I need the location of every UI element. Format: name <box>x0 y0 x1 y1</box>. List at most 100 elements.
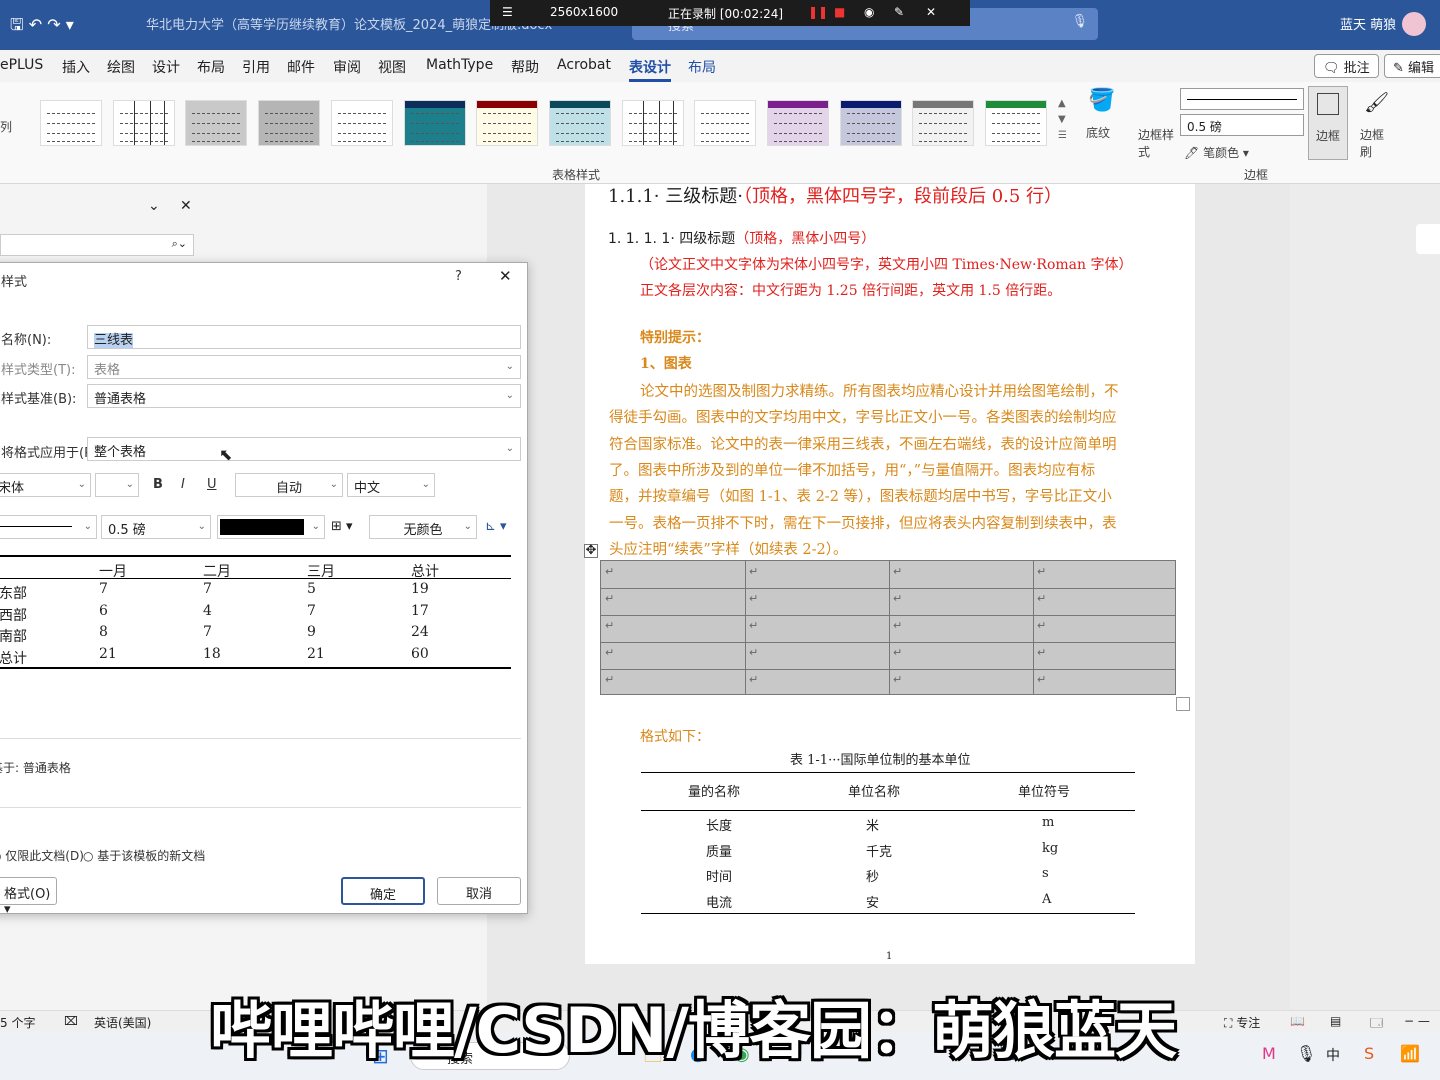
table-style-option[interactable] <box>548 100 611 146</box>
italic-button[interactable]: I <box>181 477 185 492</box>
tab-eplus[interactable]: ePLUS <box>0 57 43 73</box>
help-button[interactable]: ? <box>455 269 462 284</box>
user-name[interactable]: 蓝天 萌狼 <box>1340 14 1396 33</box>
based-on-select[interactable]: 普通表格 ⌄ <box>87 384 521 408</box>
close-icon[interactable]: ✕ <box>180 198 192 214</box>
chevron-down-icon[interactable]: ⌄ <box>148 198 160 214</box>
pen-color-button[interactable]: 🖊 笔颜色 ▾ <box>1184 144 1249 161</box>
underline-button[interactable]: U <box>207 477 217 492</box>
border-painter-icon[interactable]: 🖌 <box>1364 90 1389 114</box>
cancel-button[interactable]: 取消 <box>437 877 521 905</box>
tab-table-layout[interactable]: 布局 <box>688 57 716 77</box>
table-style-option[interactable] <box>476 100 539 146</box>
table-style-option[interactable] <box>258 100 321 146</box>
cell-alignment-icon[interactable]: ⊾ ▾ <box>485 519 507 534</box>
border-color-select[interactable]: ⌄ <box>217 515 325 539</box>
ime-indicator[interactable]: 中 <box>1326 1045 1340 1065</box>
table-cell-mark[interactable]: ↵ <box>605 565 614 578</box>
comments-button[interactable]: 🗨 批注 <box>1314 54 1379 78</box>
table-cell-mark[interactable]: ↵ <box>749 673 758 686</box>
close-icon[interactable]: ✕ <box>499 267 512 285</box>
read-mode-icon[interactable]: 📖 <box>1290 1014 1305 1028</box>
tab-draw[interactable]: 绘图 <box>107 57 135 77</box>
language-select[interactable]: 中文 ⌄ <box>347 473 435 497</box>
table-cell-mark[interactable]: ↵ <box>893 673 902 686</box>
gallery-scroll[interactable]: ▲ ▼ ☰ <box>1058 96 1067 144</box>
bold-button[interactable]: B <box>153 477 163 492</box>
selected-empty-table[interactable]: ↵ ↵ ↵ ↵ ↵ ↵ ↵ ↵ ↵ ↵ ↵ ↵ ↵ ↵ ↵ ↵ ↵ ↵ ↵ ↵ <box>600 560 1176 695</box>
table-style-option[interactable] <box>912 100 975 146</box>
editing-button[interactable]: ✎ 编辑 <box>1384 54 1440 78</box>
table-cell-mark[interactable]: ↵ <box>605 646 614 659</box>
shading-icon[interactable]: 🪣 <box>1088 88 1115 113</box>
border-painter-label[interactable]: 边框刷 <box>1360 126 1386 160</box>
table-style-option[interactable] <box>694 100 757 146</box>
table-style-option[interactable] <box>767 100 829 146</box>
stop-icon[interactable]: ■ <box>834 5 845 19</box>
table-resize-handle[interactable] <box>1176 697 1190 711</box>
avatar[interactable] <box>1402 12 1426 36</box>
tab-mailings[interactable]: 邮件 <box>287 57 315 77</box>
sogou-icon[interactable]: S <box>1364 1044 1374 1063</box>
proofing-icon[interactable]: ⌧ <box>64 1014 78 1028</box>
table-style-option[interactable] <box>330 100 393 146</box>
word-count[interactable]: 5 个字 <box>0 1014 35 1031</box>
tab-references[interactable]: 引用 <box>242 57 270 77</box>
format-button[interactable]: 格式(O) ▾ <box>0 877 57 917</box>
table-cell-mark[interactable]: ↵ <box>605 673 614 686</box>
table-cell-mark[interactable]: ↵ <box>749 646 758 659</box>
table-style-option[interactable] <box>403 100 466 146</box>
table-cell-mark[interactable]: ↵ <box>893 565 902 578</box>
tab-review[interactable]: 审阅 <box>333 57 361 77</box>
font-size-select[interactable]: ⌄ <box>95 473 139 497</box>
table-style-option[interactable] <box>839 100 902 146</box>
table-cell-mark[interactable]: ↵ <box>749 565 758 578</box>
table-style-option[interactable] <box>621 100 684 146</box>
tab-help[interactable]: 帮助 <box>511 57 539 77</box>
close-icon[interactable]: ✕ <box>926 5 936 19</box>
tab-design[interactable]: 设计 <box>152 57 180 77</box>
border-line-style-select[interactable]: ⌄ <box>0 515 97 539</box>
shading-label[interactable]: 底纹 <box>1086 124 1110 141</box>
style-name-input[interactable]: 三线表 <box>87 325 521 349</box>
language-status[interactable]: 英语(美国) <box>94 1014 151 1031</box>
ok-button[interactable]: 确定 <box>341 877 425 905</box>
table-move-handle[interactable]: ✥ <box>584 544 598 558</box>
border-styles-button[interactable]: 边框样式 <box>1138 126 1178 160</box>
table-cell-mark[interactable]: ↵ <box>749 592 758 605</box>
app-m-icon[interactable]: M <box>1262 1044 1276 1063</box>
table-cell-mark[interactable]: ↵ <box>1037 565 1046 578</box>
apps-icon[interactable] <box>1416 224 1440 254</box>
pane-search-input[interactable]: ⌕⌄ <box>0 234 194 256</box>
table-cell-mark[interactable]: ↵ <box>605 592 614 605</box>
table-style-option[interactable] <box>985 100 1048 146</box>
zoom-slider[interactable]: − — <box>1404 1014 1430 1028</box>
print-layout-icon[interactable]: ▤ <box>1330 1014 1341 1028</box>
tab-insert[interactable]: 插入 <box>62 57 90 77</box>
wifi-icon[interactable]: 📶 <box>1400 1044 1420 1063</box>
borders-dropdown-icon[interactable]: ⊞ ▾ <box>331 519 353 534</box>
tab-acrobat[interactable]: Acrobat <box>557 57 611 73</box>
font-select[interactable]: 宋体 ⌄ <box>0 473 91 497</box>
tab-mathtype[interactable]: MathType <box>426 57 493 73</box>
tab-layout[interactable]: 布局 <box>197 57 225 77</box>
new-docs-template-radio[interactable]: ○ 基于该模板的新文档 <box>83 847 205 864</box>
table-cell-mark[interactable]: ↵ <box>893 619 902 632</box>
borders-button[interactable]: 边框 <box>1308 86 1348 160</box>
border-weight-select[interactable]: 0.5 磅 ⌄ <box>101 515 211 539</box>
microphone-icon[interactable]: 🎙 <box>1296 1044 1316 1063</box>
table-cell-mark[interactable]: ↵ <box>749 619 758 632</box>
apply-to-select[interactable]: 整个表格 ⌄ <box>87 437 521 461</box>
pause-icon[interactable]: ❚❚ <box>808 5 828 19</box>
pen-icon[interactable]: ✎ <box>894 5 904 19</box>
shading-select[interactable]: 无颜色 ⌄ <box>369 515 477 539</box>
font-color-select[interactable]: 自动 ⌄ <box>235 473 343 497</box>
table-cell-mark[interactable]: ↵ <box>1037 673 1046 686</box>
microphone-icon[interactable]: 🎙 <box>1071 14 1088 29</box>
table-cell-mark[interactable]: ↵ <box>1037 592 1046 605</box>
menu-icon[interactable]: ☰ <box>502 5 513 19</box>
camera-icon[interactable]: ◉ <box>864 5 874 19</box>
save-icon[interactable]: 🖫 ↶ ↷ ▾ <box>10 14 74 41</box>
table-cell-mark[interactable]: ↵ <box>893 646 902 659</box>
table-style-option[interactable] <box>112 100 175 146</box>
